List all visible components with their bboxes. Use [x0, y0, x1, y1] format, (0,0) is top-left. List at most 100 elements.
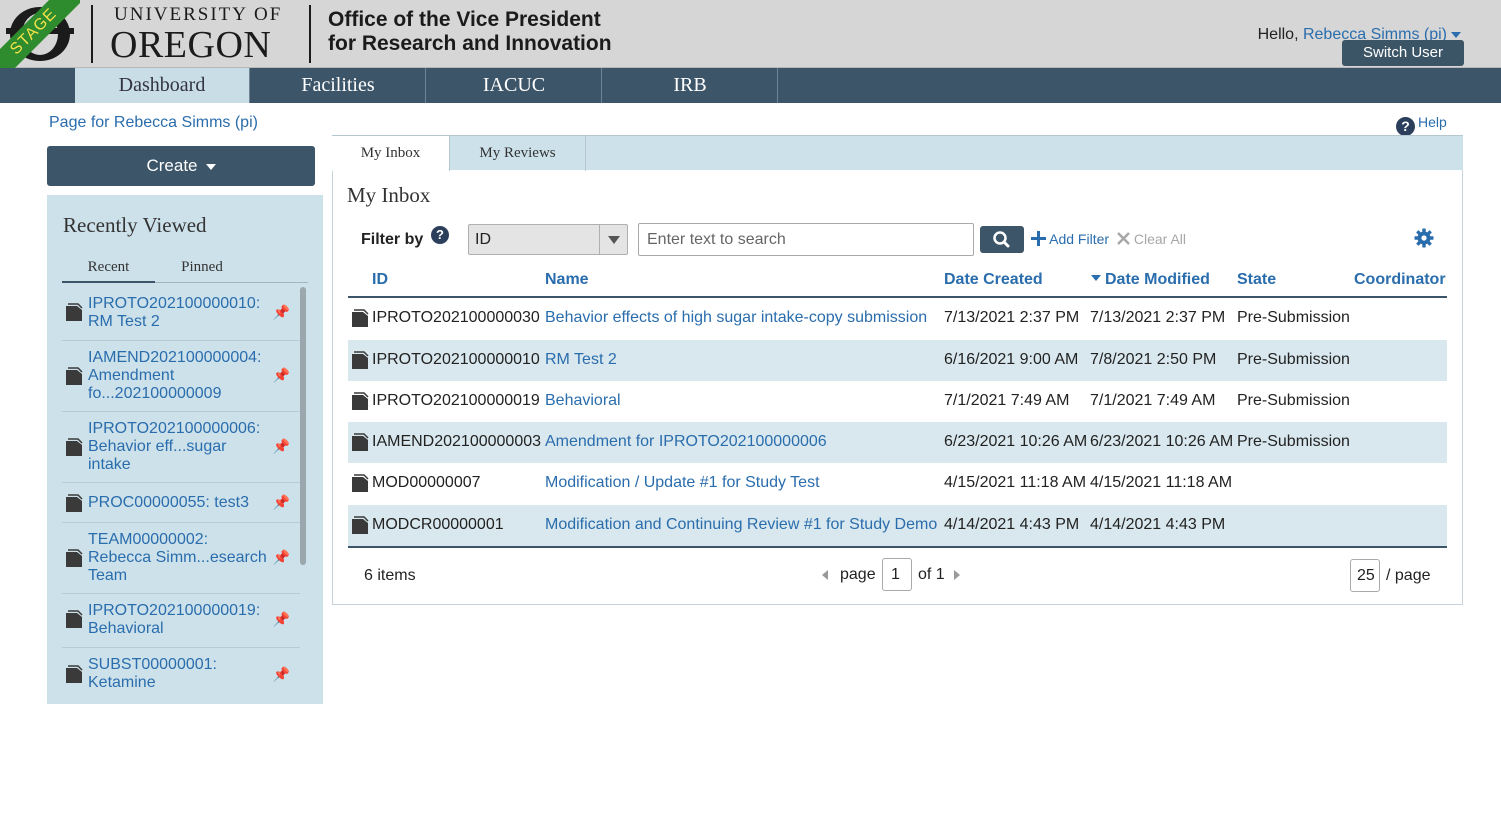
recent-item-text[interactable]: IPROTO202100000010: RM Test 2: [88, 295, 270, 331]
cell-date-modified: 6/23/2021 10:26 AM: [1090, 433, 1234, 450]
cell-name-link[interactable]: Amendment for IPROTO202100000006: [545, 433, 827, 451]
recent-item[interactable]: PROC00000055: test3 📌: [62, 483, 300, 523]
switch-user-button[interactable]: Switch User: [1342, 40, 1464, 66]
pin-icon[interactable]: 📌: [273, 548, 290, 566]
column-header-date-created[interactable]: Date Created: [944, 271, 1043, 289]
chevron-left-icon[interactable]: [820, 569, 830, 581]
chevron-down-icon: [1451, 31, 1461, 38]
table-row[interactable]: MOD00000007 Modification / Update #1 for…: [348, 463, 1447, 504]
recent-item[interactable]: SUBST00000001: Ketamine 📌: [62, 648, 300, 689]
table-row[interactable]: MODCR00000001 Modification and Continuin…: [348, 505, 1447, 546]
cell-date-modified: 4/14/2021 4:43 PM: [1090, 516, 1226, 533]
recent-item-line2[interactable]: RM Test 2: [88, 313, 270, 331]
add-filter-label[interactable]: Add Filter: [1049, 231, 1109, 247]
main-nav: Dashboard Facilities IACUC IRB: [0, 68, 1501, 103]
recent-item-line1[interactable]: TEAM00000002:: [88, 531, 270, 549]
recent-item-text[interactable]: IPROTO202100000019: Behavioral: [88, 602, 270, 638]
nav-tab-facilities[interactable]: Facilities: [251, 68, 426, 103]
cell-id: MODCR00000001: [372, 516, 504, 533]
office-title: Office of the Vice President for Researc…: [328, 8, 612, 56]
filter-field-select[interactable]: ID: [468, 224, 628, 255]
table-row[interactable]: IAMEND202100000003 Amendment for IPROTO2…: [348, 422, 1447, 463]
tab-my-reviews[interactable]: My Reviews: [450, 136, 586, 171]
recent-item-line2[interactable]: Behavioral: [88, 620, 270, 638]
search-button[interactable]: [980, 226, 1024, 253]
cell-name-link[interactable]: Behavioral: [545, 392, 621, 410]
column-header-date-modified-label[interactable]: Date Modified: [1105, 271, 1210, 288]
recent-items-list[interactable]: IPROTO202100000010: RM Test 2 📌 IAMEND202…: [62, 287, 300, 689]
pin-icon[interactable]: 📌: [273, 493, 290, 511]
recent-list-scrollbar[interactable]: [300, 287, 306, 565]
pin-icon[interactable]: 📌: [273, 366, 290, 384]
recent-item[interactable]: IPROTO202100000019: Behavioral 📌: [62, 594, 300, 648]
page-number-input[interactable]: 1: [882, 558, 912, 591]
logo-divider: [91, 5, 93, 63]
column-header-state[interactable]: State: [1237, 271, 1276, 289]
recent-item-line2[interactable]: Ketamine: [88, 674, 270, 689]
per-page-input[interactable]: 25: [1350, 559, 1380, 592]
recent-item-line3[interactable]: Team: [88, 567, 270, 585]
document-icon: [66, 665, 83, 683]
column-header-name[interactable]: Name: [545, 271, 589, 289]
table-row[interactable]: IPROTO202100000019 Behavioral 7/1/2021 7…: [348, 381, 1447, 422]
hello-label: Hello,: [1257, 26, 1299, 43]
cell-name-link[interactable]: Modification / Update #1 for Study Test: [545, 474, 820, 492]
pin-icon[interactable]: 📌: [273, 437, 290, 455]
recent-item-line2[interactable]: Behavior eff...sugar: [88, 438, 270, 456]
help-link[interactable]: ? Help: [1396, 114, 1447, 136]
recent-item-line2[interactable]: Rebecca Simm...esearch: [88, 549, 270, 567]
page-owner-link[interactable]: Page for Rebecca Simms (pi): [49, 114, 258, 132]
recent-item-text[interactable]: SUBST00000001: Ketamine: [88, 656, 270, 689]
recent-item-text[interactable]: TEAM00000002: Rebecca Simm...esearch Team: [88, 531, 270, 585]
cell-id: IAMEND202100000003: [372, 433, 542, 450]
recent-item[interactable]: IPROTO202100000010: RM Test 2 📌: [62, 287, 300, 341]
table-row[interactable]: IPROTO202100000010 RM Test 2 6/16/2021 9…: [348, 340, 1447, 381]
add-filter-button[interactable]: Add Filter: [1031, 231, 1109, 247]
tab-my-inbox[interactable]: My Inbox: [332, 136, 450, 171]
cell-date-created: 6/16/2021 9:00 AM: [944, 351, 1079, 368]
column-header-id[interactable]: ID: [372, 271, 388, 289]
recent-item-line1[interactable]: PROC00000055: test3: [88, 494, 270, 512]
cell-name-link[interactable]: Modification and Continuing Review #1 fo…: [545, 516, 937, 534]
recent-item[interactable]: TEAM00000002: Rebecca Simm...esearch Team …: [62, 523, 300, 594]
recent-item-text[interactable]: PROC00000055: test3: [88, 494, 270, 512]
question-circle-icon[interactable]: ?: [431, 226, 449, 244]
help-label[interactable]: Help: [1418, 114, 1447, 130]
search-input[interactable]: [638, 223, 974, 256]
recent-item[interactable]: IPROTO202100000006: Behavior eff...sugar i…: [62, 412, 300, 483]
create-label: Create: [146, 156, 198, 175]
nav-tab-iacuc[interactable]: IACUC: [427, 68, 602, 103]
recent-item-text[interactable]: IAMEND202100000004: Amendment fo...2021000…: [88, 349, 270, 403]
recent-item-line1[interactable]: IAMEND202100000004:: [88, 349, 270, 367]
pin-icon[interactable]: 📌: [273, 665, 290, 683]
cell-name-link[interactable]: RM Test 2: [545, 351, 617, 369]
recent-item-line3[interactable]: intake: [88, 456, 270, 474]
nav-tab-dashboard[interactable]: Dashboard: [75, 68, 250, 103]
recent-item-text[interactable]: IPROTO202100000006: Behavior eff...sugar i…: [88, 420, 270, 474]
recent-item-line1[interactable]: SUBST00000001:: [88, 656, 270, 674]
recent-item-line3[interactable]: fo...202100000009: [88, 385, 270, 403]
table-row[interactable]: IPROTO202100000030 Behavior effects of h…: [348, 298, 1447, 339]
create-button[interactable]: Create: [47, 146, 315, 186]
clear-all-button[interactable]: Clear All: [1117, 231, 1186, 247]
tab-pinned[interactable]: Pinned: [155, 257, 249, 283]
clear-all-label[interactable]: Clear All: [1134, 231, 1186, 247]
recent-item-line1[interactable]: IPROTO202100000010:: [88, 295, 270, 313]
pin-icon[interactable]: 📌: [273, 610, 290, 628]
document-icon: [66, 549, 83, 567]
chevron-right-icon[interactable]: [952, 569, 962, 581]
plus-icon: [1031, 231, 1046, 246]
gear-icon[interactable]: [1414, 228, 1434, 248]
uo-logo[interactable]: STAGE: [0, 0, 80, 68]
chevron-down-icon[interactable]: [599, 225, 627, 254]
pin-icon[interactable]: 📌: [273, 303, 290, 321]
recent-item[interactable]: IAMEND202100000004: Amendment fo...2021000…: [62, 341, 300, 412]
tab-recent[interactable]: Recent: [62, 257, 155, 283]
nav-tab-irb[interactable]: IRB: [603, 68, 778, 103]
recent-item-line1[interactable]: IPROTO202100000019:: [88, 602, 270, 620]
column-header-date-modified[interactable]: Date Modified: [1090, 271, 1210, 289]
cell-name-link[interactable]: Behavior effects of high sugar intake-co…: [545, 309, 927, 327]
recent-item-line1[interactable]: IPROTO202100000006:: [88, 420, 270, 438]
column-header-coordinator[interactable]: Coordinator: [1354, 271, 1446, 289]
recent-item-line2[interactable]: Amendment: [88, 367, 270, 385]
